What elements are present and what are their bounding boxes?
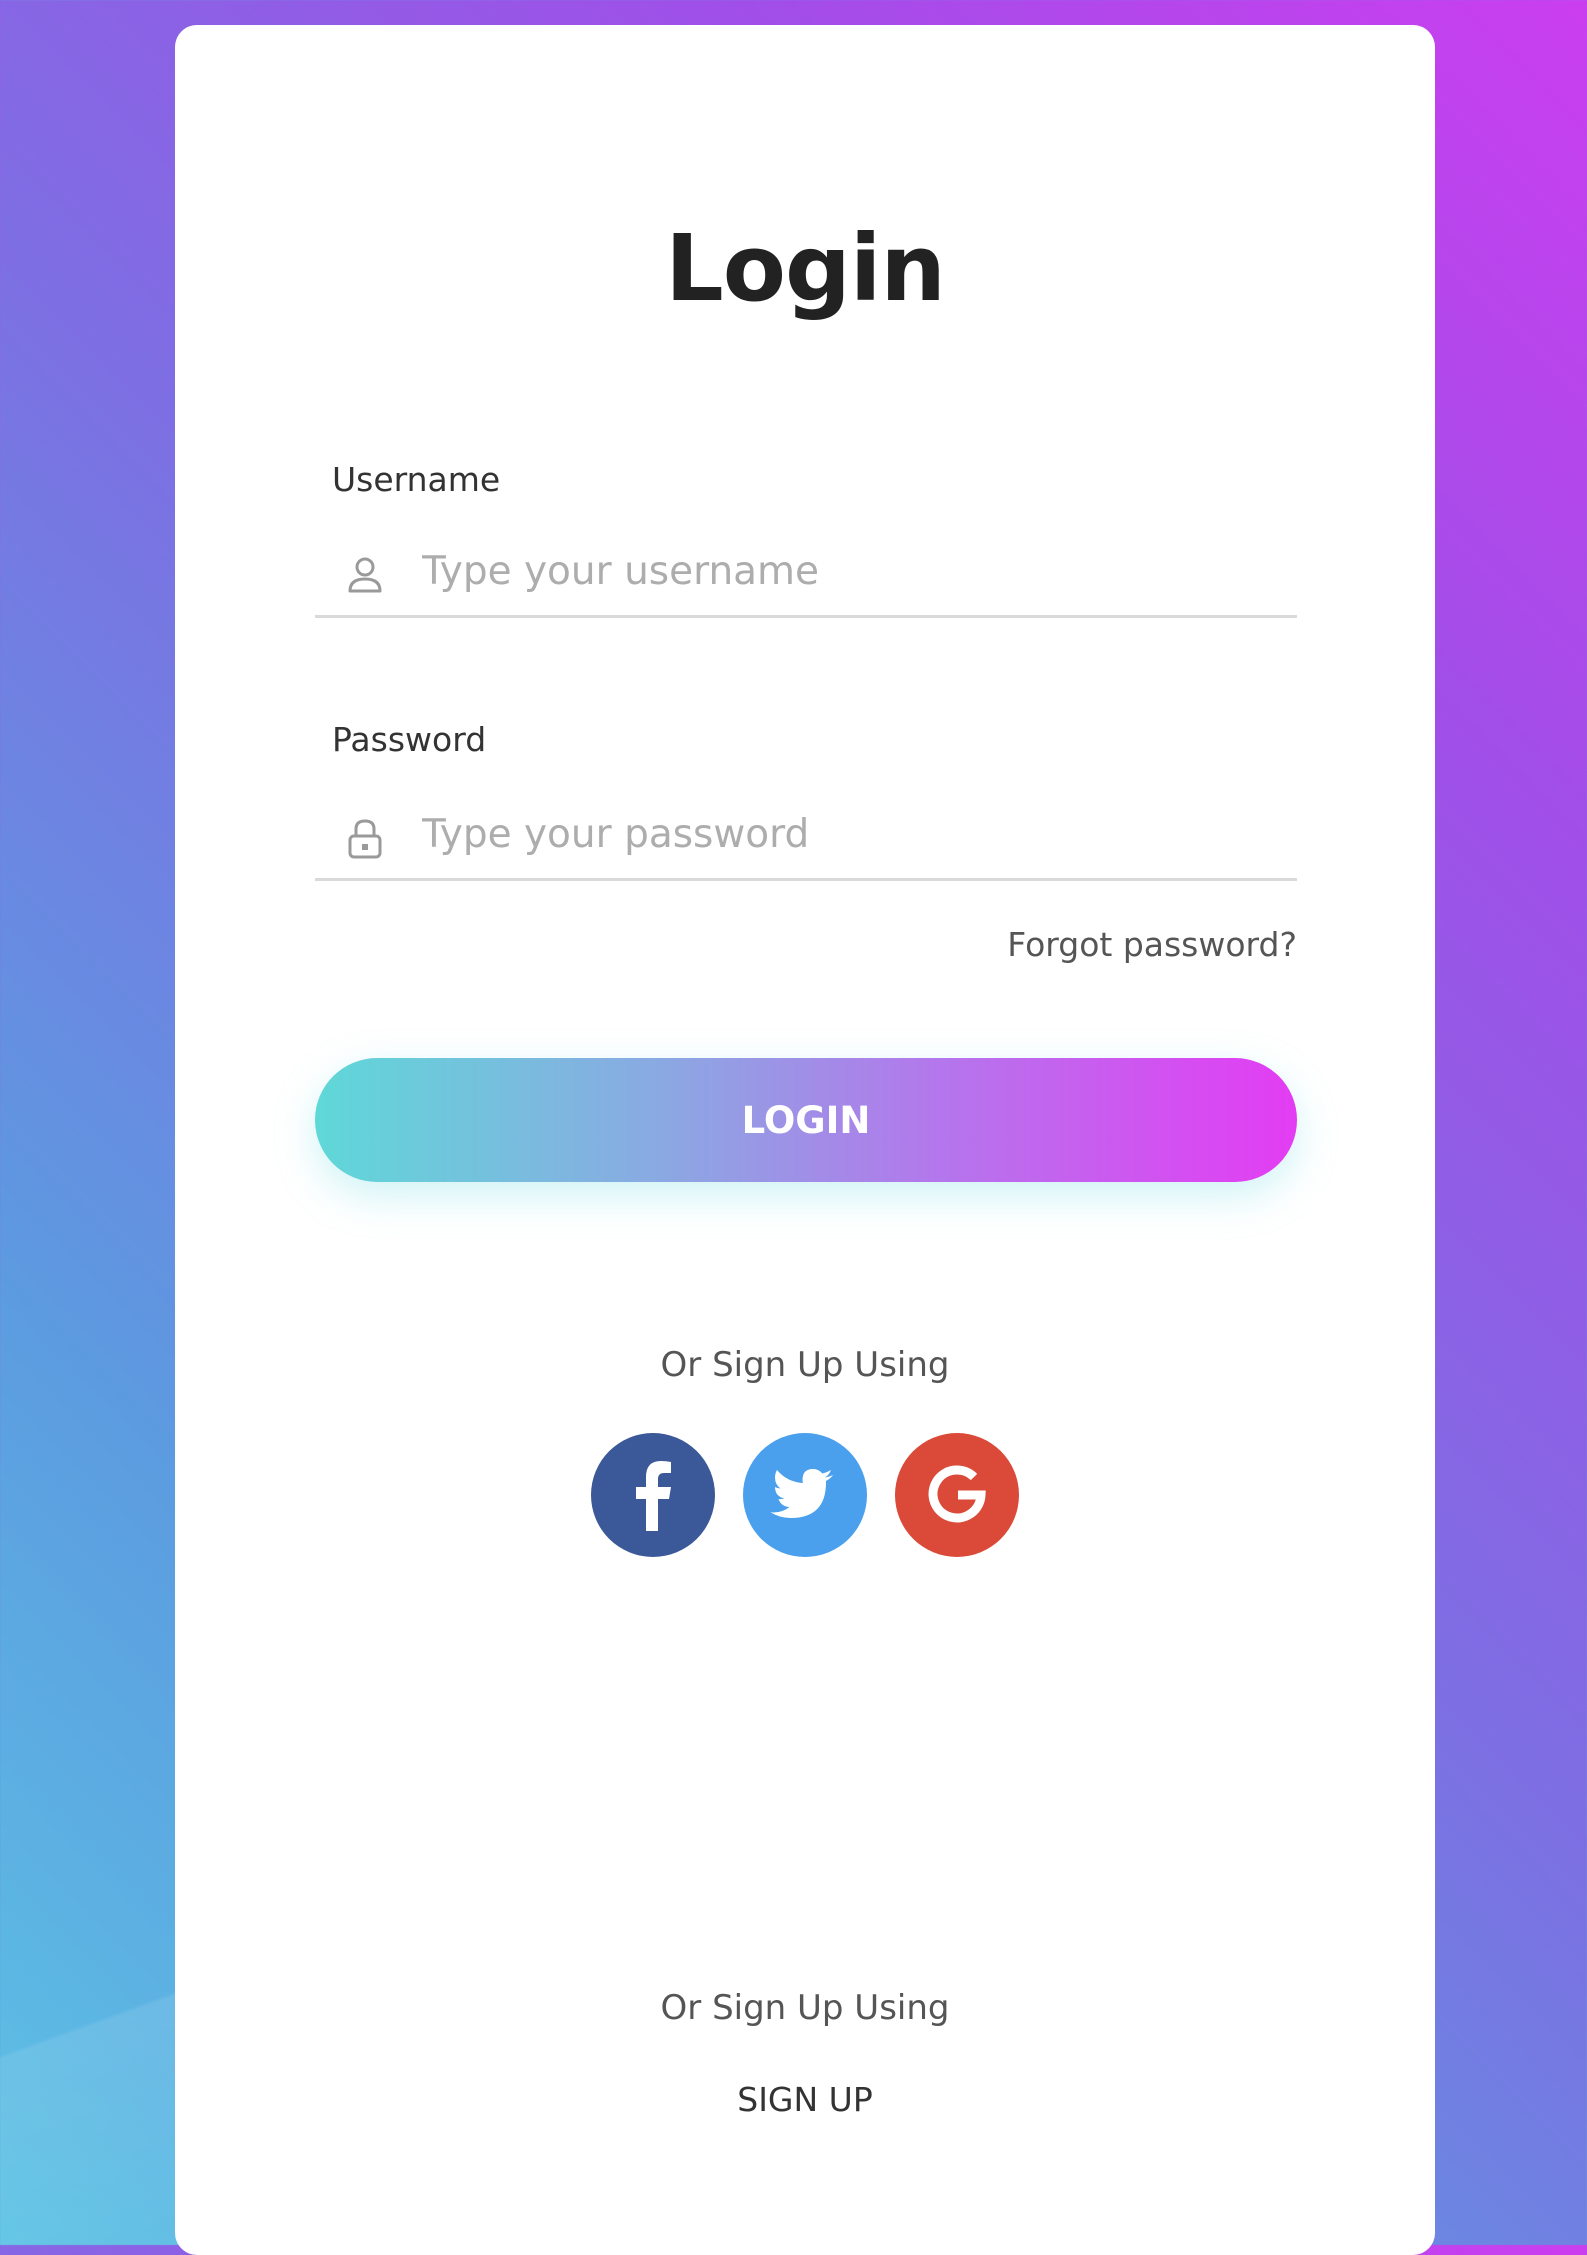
twitter-button[interactable] xyxy=(743,1433,867,1557)
footer-signup-heading: Or Sign Up Using xyxy=(660,1988,950,2028)
facebook-button[interactable] xyxy=(591,1433,715,1557)
page-title: Login xyxy=(665,215,946,322)
username-label: Username xyxy=(332,460,501,499)
user-icon xyxy=(343,553,387,597)
password-label: Password xyxy=(332,720,487,759)
login-button[interactable]: LOGIN xyxy=(315,1058,1297,1182)
username-input[interactable] xyxy=(420,541,1284,601)
google-button[interactable] xyxy=(895,1433,1019,1557)
social-signup-heading: Or Sign Up Using xyxy=(660,1345,950,1385)
login-card: Login Username Password Forgot password?… xyxy=(175,25,1435,2255)
forgot-password-link[interactable]: Forgot password? xyxy=(1007,925,1297,964)
google-icon xyxy=(928,1465,986,1523)
username-field-container xyxy=(315,525,1297,618)
signup-link[interactable]: SIGN UP xyxy=(175,2080,1435,2119)
password-input[interactable] xyxy=(420,804,1284,864)
lock-icon xyxy=(343,816,387,860)
password-field-container xyxy=(315,788,1297,881)
twitter-icon xyxy=(770,1469,833,1518)
facebook-icon xyxy=(636,1461,671,1531)
